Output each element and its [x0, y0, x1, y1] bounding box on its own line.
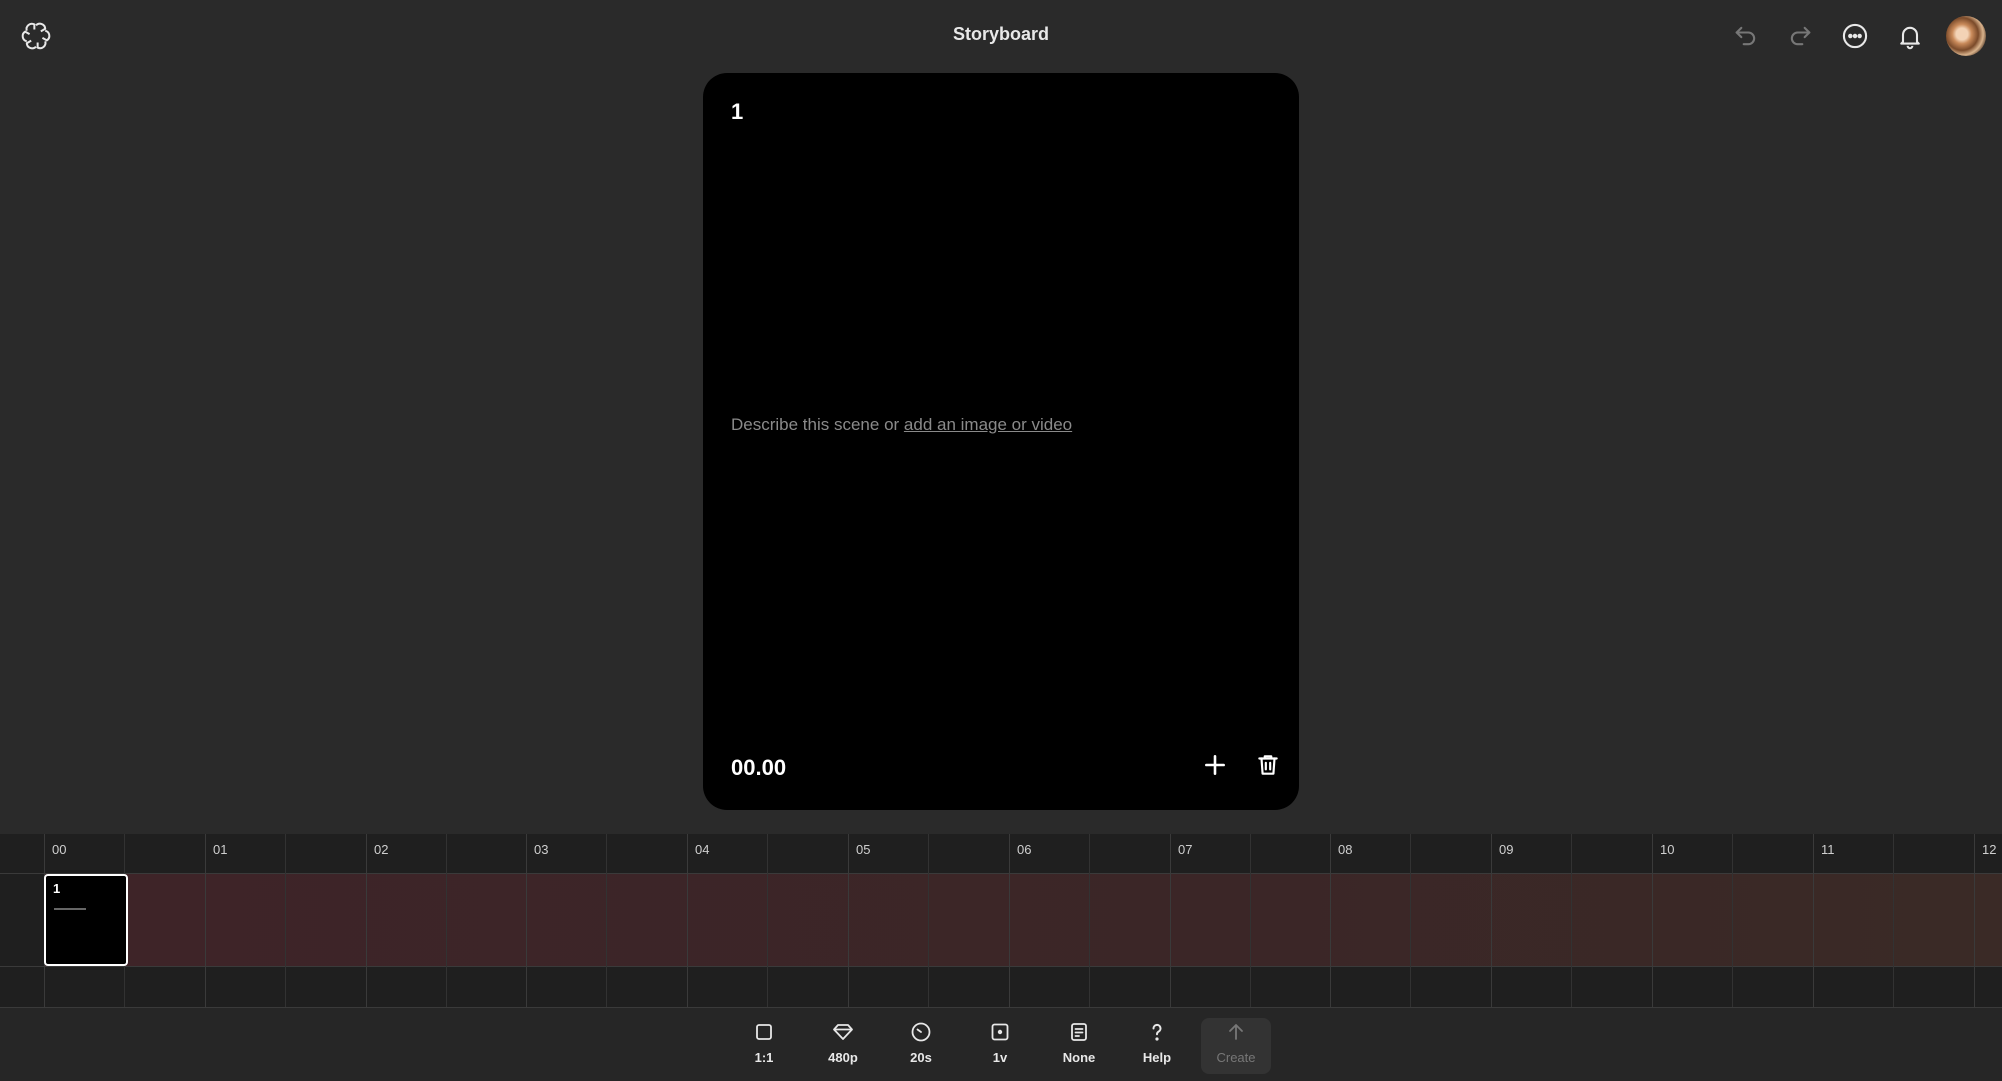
- timeline-major-gridline: [1652, 834, 1653, 1007]
- timeline-tick-label: 03: [534, 842, 549, 857]
- avatar[interactable]: [1946, 16, 1986, 56]
- timeline[interactable]: 00 01 02 03 04 05 06 07 08 09 10 11 12 1: [0, 834, 2002, 1007]
- timeline-divider: [0, 966, 2002, 967]
- timeline-tick-label: 04: [695, 842, 710, 857]
- preset-icon: [1071, 1023, 1087, 1041]
- variations-label: 1v: [992, 1050, 1008, 1065]
- timeline-major-gridline: [1170, 834, 1171, 1007]
- create-button[interactable]: Create: [1201, 1018, 1271, 1074]
- timeline-major-gridline: [1491, 834, 1492, 1007]
- timeline-major-gridline: [687, 834, 688, 1007]
- scene-number: 1: [731, 99, 744, 124]
- timeline-major-gridline: [1009, 834, 1010, 1007]
- timeline-major-gridline: [1974, 834, 1975, 1007]
- timeline-tick-label: 02: [374, 842, 389, 857]
- timeline-major-gridline: [205, 834, 206, 1007]
- duration-label: 20s: [910, 1050, 932, 1065]
- arrow-up-icon: [1229, 1024, 1243, 1040]
- timeline-tick-label: 09: [1499, 842, 1514, 857]
- timeline-tick-label: 06: [1017, 842, 1032, 857]
- timeline-tick-label: 07: [1178, 842, 1193, 857]
- preset-label: None: [1062, 1050, 1096, 1065]
- bottom-toolbar: 1:1 480p 20s 1v None Help Create: [0, 1007, 2002, 1081]
- preset-button[interactable]: None: [1044, 1018, 1114, 1074]
- timeline-major-gridline: [1330, 834, 1331, 1007]
- more-icon[interactable]: [1839, 20, 1871, 52]
- timeline-minor-gridline: [928, 834, 929, 1007]
- duration-button[interactable]: 20s: [886, 1018, 956, 1074]
- redo-icon[interactable]: [1784, 20, 1816, 52]
- diamond-icon: [833, 1024, 853, 1040]
- undo-icon[interactable]: [1730, 20, 1762, 52]
- timeline-minor-gridline: [1410, 834, 1411, 1007]
- scene-prompt-text: Describe this scene or: [731, 415, 904, 434]
- timeline-clip[interactable]: 1: [44, 874, 128, 966]
- square-icon: [756, 1024, 772, 1040]
- clip-placeholder-line: [54, 908, 86, 910]
- timeline-minor-gridline: [1250, 834, 1251, 1007]
- aspect-ratio-button[interactable]: 1:1: [729, 1018, 799, 1074]
- timeline-tick-label: 08: [1338, 842, 1353, 857]
- clip-number: 1: [53, 881, 61, 896]
- timeline-major-gridline: [526, 834, 527, 1007]
- add-media-link[interactable]: add an image or video: [904, 415, 1072, 434]
- timeline-minor-gridline: [446, 834, 447, 1007]
- add-scene-button[interactable]: [1195, 745, 1235, 785]
- timeline-major-gridline: [1813, 834, 1814, 1007]
- delete-scene-button[interactable]: [1248, 745, 1288, 785]
- timeline-tick-label: 12: [1982, 842, 1997, 857]
- timeline-major-gridline: [848, 834, 849, 1007]
- timeline-tick-label: 10: [1660, 842, 1675, 857]
- page-title: Storyboard: [952, 24, 1049, 44]
- resolution-label: 480p: [828, 1050, 858, 1065]
- aspect-ratio-label: 1:1: [754, 1050, 774, 1065]
- help-button[interactable]: Help: [1122, 1018, 1192, 1074]
- create-label: Create: [1216, 1050, 1256, 1065]
- timeline-minor-gridline: [767, 834, 768, 1007]
- trash-icon: [1258, 755, 1278, 775]
- timeline-tick-label: 01: [213, 842, 228, 857]
- help-label: Help: [1142, 1050, 1172, 1065]
- timeline-tick-label: 11: [1821, 842, 1835, 857]
- clock-icon: [911, 1022, 931, 1042]
- timeline-minor-gridline: [1893, 834, 1894, 1007]
- variations-icon: [991, 1023, 1009, 1041]
- timeline-minor-gridline: [1732, 834, 1733, 1007]
- timeline-major-gridline: [366, 834, 367, 1007]
- scene-time: 00.00: [731, 755, 787, 780]
- variations-button[interactable]: 1v: [965, 1018, 1035, 1074]
- timeline-minor-gridline: [1089, 834, 1090, 1007]
- timeline-minor-gridline: [1571, 834, 1572, 1007]
- plus-icon: [1205, 755, 1225, 775]
- scene-card[interactable]: 1 Describe this scene or add an image or…: [703, 73, 1299, 810]
- scene-prompt[interactable]: Describe this scene or add an image or v…: [731, 415, 1072, 435]
- timeline-tick-label: 05: [856, 842, 871, 857]
- resolution-button[interactable]: 480p: [808, 1018, 878, 1074]
- timeline-minor-gridline: [606, 834, 607, 1007]
- timeline-tick-label: 00: [52, 842, 67, 857]
- question-mark-icon: [1152, 1023, 1162, 1041]
- timeline-track[interactable]: [44, 874, 2002, 966]
- top-bar: Storyboard: [0, 0, 2002, 72]
- timeline-minor-gridline: [285, 834, 286, 1007]
- bell-icon[interactable]: [1894, 20, 1926, 52]
